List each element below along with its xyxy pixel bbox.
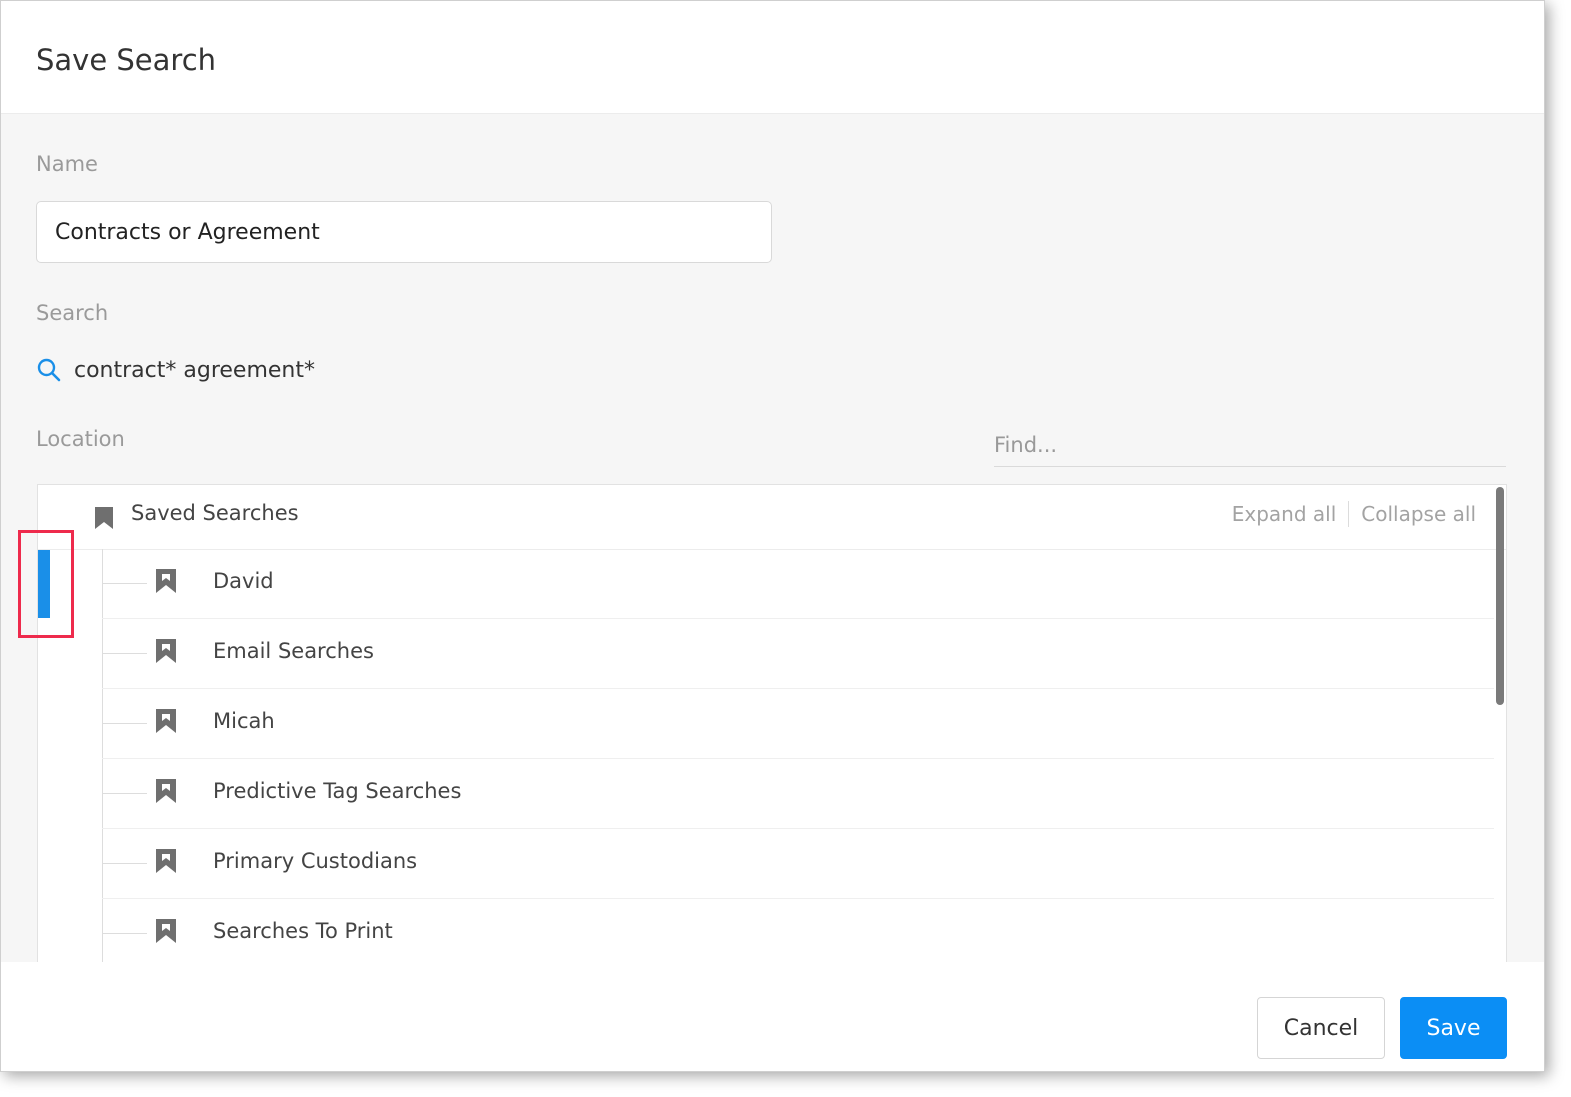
bookmark-icon: [156, 569, 176, 593]
tree-item[interactable]: Predictive Tag Searches: [102, 759, 1494, 829]
bookmark-icon: [156, 779, 176, 803]
actions-divider: [1348, 501, 1350, 527]
tree-item[interactable]: Primary Custodians: [102, 829, 1494, 899]
search-icon: [37, 358, 61, 382]
location-label: Location: [36, 427, 125, 451]
tree-item[interactable]: Email Searches: [102, 619, 1494, 689]
name-label: Name: [36, 152, 98, 176]
tree-root-label: Saved Searches: [131, 501, 299, 525]
bookmark-icon: [156, 709, 176, 733]
dialog-body: Name Search contract* agreement* Locatio…: [1, 114, 1544, 962]
tree-branch-line: [102, 933, 147, 934]
tree-branch-line: [102, 723, 147, 724]
dialog-header: Save Search: [1, 1, 1544, 114]
tree-branch-line: [102, 793, 147, 794]
save-search-dialog: Save Search Name Search contract* agreem…: [0, 0, 1545, 1072]
name-input[interactable]: [36, 201, 772, 263]
tree-item-label: David: [213, 569, 274, 593]
save-button[interactable]: Save: [1400, 997, 1507, 1059]
tree-branch-line: [102, 863, 147, 864]
find-input[interactable]: [994, 424, 1506, 467]
location-tree: Saved Searches Expand all Collapse all D…: [37, 484, 1507, 962]
tree-item-label: Searches To Print: [213, 919, 393, 943]
bookmark-icon: [156, 849, 176, 873]
drag-handle-indicator[interactable]: [38, 550, 50, 618]
tree-item[interactable]: Searches To Print: [102, 899, 1494, 962]
bookmark-icon: [156, 639, 176, 663]
dialog-title: Save Search: [36, 43, 217, 77]
search-label: Search: [36, 301, 109, 325]
bookmark-icon: [95, 507, 113, 529]
expand-all-link[interactable]: Expand all: [1232, 502, 1337, 526]
tree-item[interactable]: Micah: [102, 689, 1494, 759]
tree-item-label: Predictive Tag Searches: [213, 779, 462, 803]
tree-item-label: Micah: [213, 709, 275, 733]
tree-scrollbar[interactable]: [1496, 487, 1504, 705]
bookmark-icon: [156, 919, 176, 943]
search-query-text: contract* agreement*: [74, 357, 315, 383]
tree-branch-line: [102, 583, 147, 584]
search-query-row: contract* agreement*: [36, 354, 315, 386]
collapse-all-link[interactable]: Collapse all: [1361, 502, 1476, 526]
tree-actions: Expand all Collapse all: [1232, 501, 1476, 527]
tree-item-label: Primary Custodians: [213, 849, 418, 873]
tree-item[interactable]: David: [102, 549, 1494, 619]
tree-branch-line: [102, 653, 147, 654]
tree-item-label: Email Searches: [213, 639, 374, 663]
cancel-button[interactable]: Cancel: [1257, 997, 1385, 1059]
dialog-footer: Cancel Save: [1, 962, 1544, 1071]
tree-root-row[interactable]: Saved Searches Expand all Collapse all: [38, 485, 1506, 550]
